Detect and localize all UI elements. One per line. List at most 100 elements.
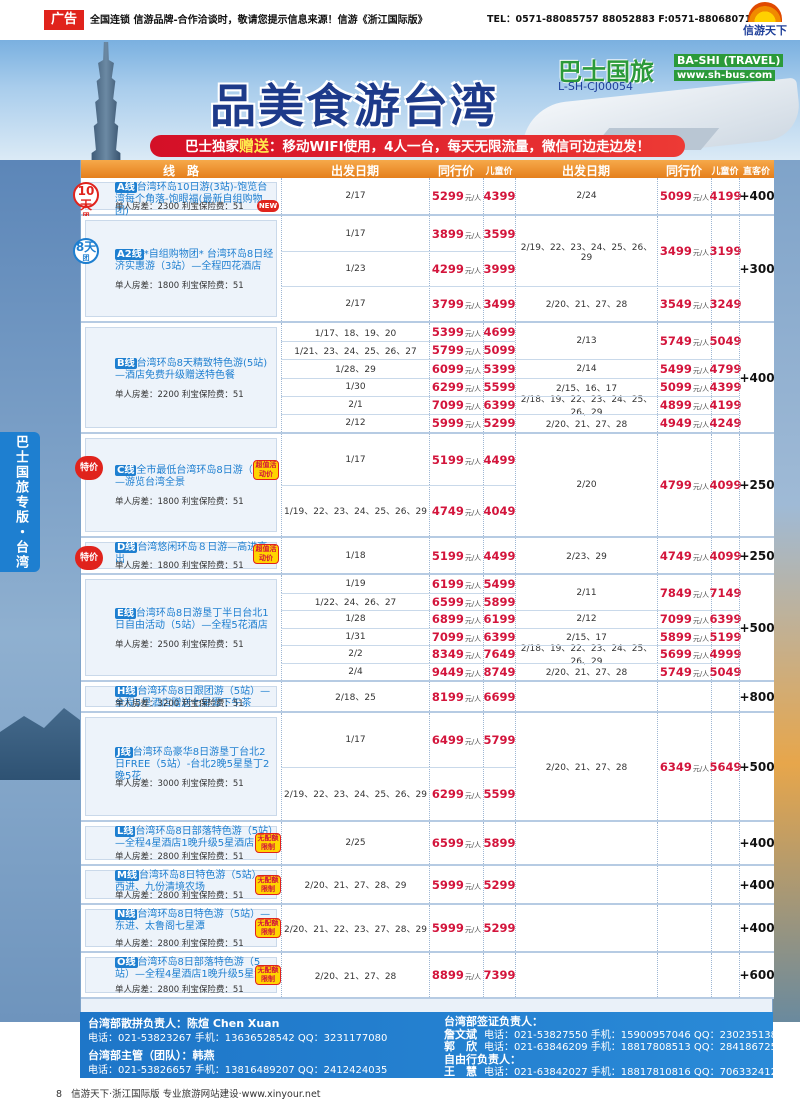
promo-c: ：移动WIFI使用，4人一台，每天无限流量，微信可边走边发！	[268, 139, 651, 155]
row-divider	[515, 645, 739, 646]
peer-price-right-value: 5499元/人	[659, 361, 710, 376]
right-photo-strip	[773, 160, 800, 1022]
nopush-badge: 无配额限制	[255, 875, 281, 895]
child-price-left-value: 3999	[483, 261, 516, 276]
peer-price-left-unit: 元/人	[464, 348, 482, 356]
empty-cell	[515, 866, 657, 903]
date-left: 1/17、18、19、20	[281, 323, 429, 341]
promo-banner: 巴士独家赠送：移动WIFI使用，4人一台，每天无限流量，微信可边走边发！	[150, 135, 685, 157]
direct-price-value: +300	[739, 261, 775, 276]
peer-price-left-value: 6199元/人	[431, 577, 482, 591]
route-row: N线 台湾环岛8日特色游（5站）—东进、太鲁阁七星潭 单人房差：2800 利宝保险费…	[81, 905, 775, 953]
date-right: 2/20、21、27、28	[515, 414, 657, 432]
route-title[interactable]: B线 台湾环岛8天精致特色游(5站)—酒店免费升级赠送特色餐	[115, 358, 275, 382]
row-divider	[281, 341, 515, 342]
route-name: 台湾环岛8天精致特色游(5站)—酒店免费升级赠送特色餐	[115, 358, 268, 381]
row-divider	[281, 378, 515, 379]
child-price-right-value: 3249	[709, 296, 742, 311]
route-title[interactable]: E线 台湾环岛8日游垦丁半日台北1日自由活动（5站）—全程5花酒店	[115, 608, 275, 632]
peer-price-left: 6099元/人	[429, 359, 483, 378]
page-number: 8	[56, 1089, 63, 1100]
child-price-left: 5799	[483, 713, 516, 767]
child-price-left: 4499	[483, 538, 516, 573]
pin-phone: 电话：021-53823267 手机：13636528542 QQ：323117…	[88, 1033, 388, 1044]
peer-price-left-value: 5999元/人	[431, 921, 482, 935]
child-price-left-value: 4699	[483, 325, 516, 339]
empty-cell	[657, 953, 711, 997]
peer-price-right-unit: 元/人	[692, 634, 710, 643]
peer-price-left-value: 6599元/人	[431, 836, 482, 850]
route-sub: 单人房差：2800 利宝保险费：51	[115, 852, 244, 862]
child-price-right-value: 4999	[709, 647, 742, 661]
direct-price-value: +400	[739, 877, 775, 892]
peer-price-right-value: 4949元/人	[659, 416, 710, 430]
peer-price-left: 8199元/人	[429, 682, 483, 711]
date-left: 2/17	[281, 286, 429, 321]
peer-price-left: 5999元/人	[429, 905, 483, 951]
peer-price-left-unit: 元/人	[464, 266, 482, 275]
child-price-left: 7649	[483, 645, 516, 663]
child-price-left: 4699	[483, 323, 516, 341]
peer-price-left-value: 5299元/人	[431, 189, 482, 203]
peer-price-right-unit: 元/人	[692, 421, 710, 429]
child-price-left: 6399	[483, 628, 516, 645]
route-sub: 单人房差：2500 利宝保险费：51	[115, 640, 244, 650]
child-price-right: 7149	[710, 575, 742, 610]
top-banner: 广告 全国连锁 信游品牌-合作洽谈时，敬请您提示信息来源！信游《浙江国际版》 T…	[0, 0, 800, 40]
ad-tag: 广告	[44, 10, 84, 30]
peer-price-left: 6499元/人	[429, 713, 483, 767]
direct-price-value: +800	[739, 689, 775, 704]
direct-price: +600	[739, 953, 775, 997]
peer-price-right-unit: 元/人	[692, 194, 710, 202]
route-title[interactable]: C线 全市最低台湾环岛8日游（4站）—游览台湾全景	[115, 465, 275, 489]
child-price-left: 5099	[483, 341, 516, 359]
route-title[interactable]: A2线 *自组购物团* 台湾环岛8日经济实惠游（3站）—全程四花酒店	[115, 249, 275, 273]
peer-price-right-unit: 元/人	[692, 652, 710, 660]
child-price-left-value: 5899	[483, 594, 516, 609]
peer-price-left-value: 5999元/人	[431, 877, 482, 892]
date-right: 2/20、21、27、28	[515, 286, 657, 321]
empty-cell	[515, 905, 657, 951]
peer-price-right: 4949元/人	[657, 414, 711, 432]
route-code: J线	[115, 747, 133, 758]
route-code: E线	[115, 608, 136, 619]
empty-cell	[657, 866, 711, 903]
direct-price-value: +400	[739, 836, 775, 850]
peer-price-right-unit: 元/人	[692, 339, 710, 347]
route-row: B线 台湾环岛8天精致特色游(5站)—酒店免费升级赠送特色餐 单人房差：2200 利…	[81, 323, 775, 434]
child-price-left: 5899	[483, 822, 516, 864]
row-divider	[281, 593, 515, 594]
date-right: 2/20、21、27、28	[515, 713, 657, 820]
route-name: 台湾环岛8日游垦丁半日台北1日自由活动（5站）—全程5花酒店	[115, 608, 269, 631]
route-title[interactable]: L线 台湾环岛8日部落特色游（5站）—全程4星酒店1晚升级5星酒店	[115, 826, 275, 850]
route-info-j: J线 台湾环岛豪华8日游垦丁台北2日FREE（5站）-台北2晚5星垦丁2晚5花 单人…	[81, 713, 281, 820]
peer-price-left-unit: 元/人	[464, 457, 482, 466]
date-left: 2/4	[281, 663, 429, 680]
peer-price-right-unit: 元/人	[692, 553, 710, 562]
route-title[interactable]: N线 台湾环岛8日特色游（5站）—东进、太鲁阁七星潭	[115, 909, 275, 933]
route-name: 全市最低台湾环岛8日游（4站）—游览台湾全景	[115, 465, 275, 488]
date-left: 1/19、22、23、24、25、26、29	[281, 485, 429, 536]
child-price-right: 4999	[709, 645, 742, 663]
row-divider	[515, 663, 739, 664]
peer-price-left: 5999元/人	[429, 866, 483, 903]
date-right: 2/23、29	[515, 538, 657, 573]
route-title[interactable]: O线 台湾环岛8日部落特色游（5站）—全程4星酒店1晚升级5星酒店	[115, 957, 275, 981]
header-date2: 出发日期	[561, 164, 610, 178]
peer-price-left: 5799元/人	[429, 341, 483, 359]
peer-price-right-unit: 元/人	[692, 617, 710, 625]
peer-price-right-value: 4749元/人	[659, 548, 710, 563]
peer-price-left-unit: 元/人	[464, 617, 482, 625]
peer-price-left-unit: 元/人	[464, 582, 482, 590]
tuan-text: 团	[82, 254, 90, 262]
date-right: 2/20	[515, 434, 657, 536]
direct-price: +500	[739, 575, 775, 680]
peer-price-left: 5199元/人	[429, 434, 483, 485]
date-left: 2/20、21、22、23、27、28、29	[281, 905, 429, 951]
route-sub: 单人房差：3000 利宝保险费：51	[115, 779, 244, 789]
child-price-right: 5199	[710, 628, 742, 645]
header-child1: 儿童价	[485, 167, 513, 177]
date-left: 2/25	[281, 822, 429, 864]
direct-price: +500	[739, 713, 775, 820]
peer-price-left-unit: 元/人	[464, 841, 482, 849]
